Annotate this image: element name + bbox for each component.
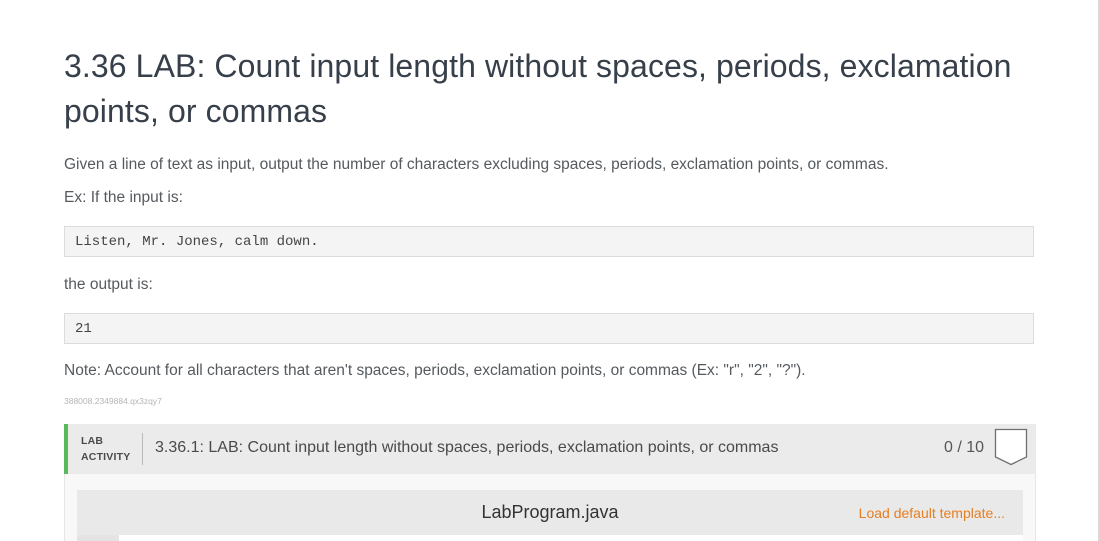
editor-body[interactable] <box>77 535 1023 541</box>
output-intro: the output is: <box>64 276 153 293</box>
content-id: 388008.2349884.qx3zqy7 <box>64 396 162 406</box>
code-editor-panel: LabProgram.java Load default template... <box>64 474 1036 541</box>
lab-divider <box>142 433 143 465</box>
example-intro: Ex: If the input is: <box>64 189 183 206</box>
lab-activity-title: 3.36.1: LAB: Count input length without … <box>155 439 779 456</box>
line-number-gutter <box>77 535 119 541</box>
example-input-box: Listen, Mr. Jones, calm down. <box>64 226 1034 257</box>
load-default-template-link[interactable]: Load default template... <box>859 505 1005 521</box>
lab-activity-label: LAB ACTIVITY <box>81 433 130 465</box>
example-output-box: 21 <box>64 313 1034 344</box>
lab-label-line2: ACTIVITY <box>81 451 131 463</box>
note-text: Note: Account for all characters that ar… <box>64 362 806 379</box>
editor-header: LabProgram.java Load default template... <box>77 490 1023 535</box>
page-title: 3.36 LAB: Count input length without spa… <box>64 48 1012 129</box>
lab-score: 0 / 10 <box>944 439 985 456</box>
empty-badge-icon <box>994 428 1028 466</box>
lab-label-line1: LAB <box>81 435 104 447</box>
lab-activity-header: LAB ACTIVITY 3.36.1: LAB: Count input le… <box>64 424 1036 474</box>
problem-description: Given a line of text as input, output th… <box>64 156 889 173</box>
